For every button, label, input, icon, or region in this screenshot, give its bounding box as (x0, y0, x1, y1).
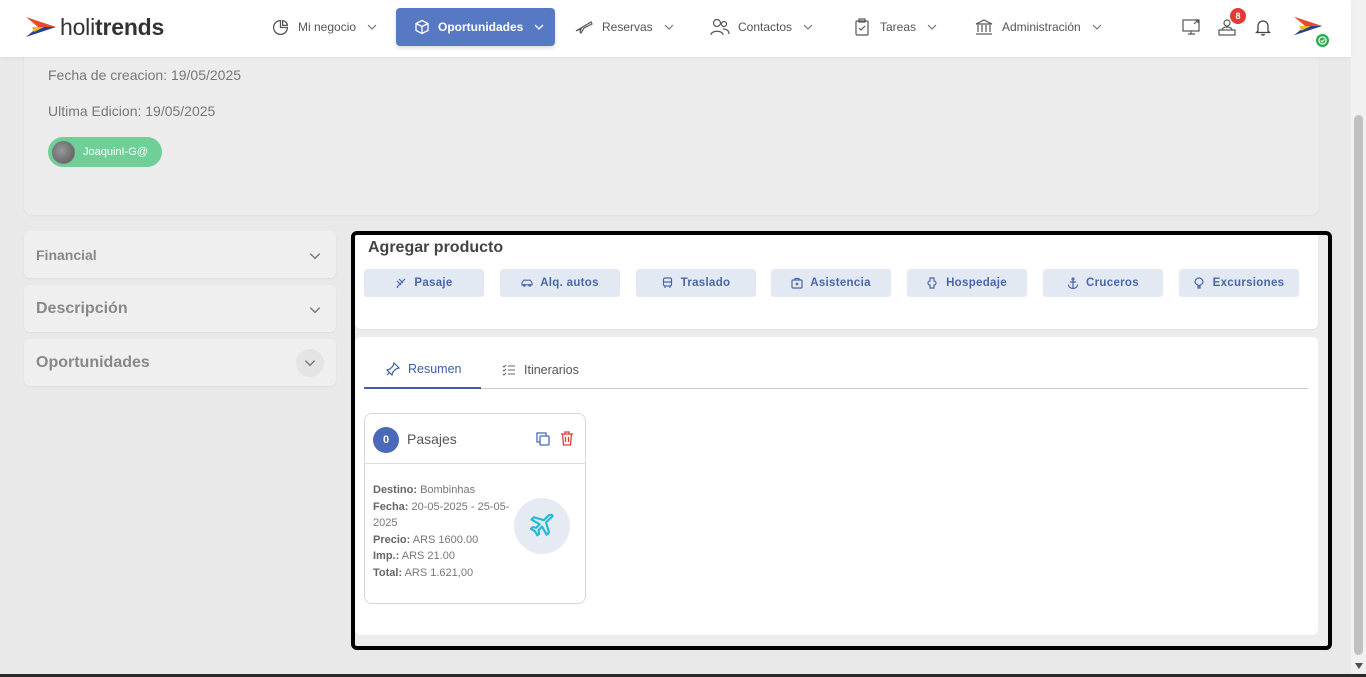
nav-label: Oportunidades (438, 20, 524, 34)
pin-icon (386, 362, 400, 376)
opportunity-info-card: Fecha de creacion: 19/05/2025 Ultima Edi… (24, 40, 1319, 215)
accordion-oportunidades[interactable]: Oportunidades (24, 339, 336, 386)
tab-label: Itinerarios (524, 363, 579, 377)
last-edit-date: Ultima Edicion: 19/05/2025 (48, 103, 216, 119)
nav-contactos[interactable]: Contactos (710, 8, 814, 46)
scrollbar-thumb[interactable] (1354, 115, 1363, 655)
holitrends-logo[interactable]: holitrends (24, 12, 164, 42)
add-pasaje-button[interactable]: Pasaje (364, 269, 484, 297)
add-product-title: Agregar producto (368, 239, 504, 256)
nav-label: Administración (1002, 20, 1081, 34)
user-name: JoaquinI-G@ (83, 146, 148, 158)
button-label: Excursiones (1212, 277, 1285, 289)
anchor-icon (1067, 277, 1079, 289)
add-cruceros-button[interactable]: Cruceros (1043, 269, 1163, 297)
fecha-row: Fecha: 20-05-2025 - 25-05-2025 (373, 500, 510, 530)
bus-icon (662, 277, 674, 289)
tab-label: Resumen (408, 362, 462, 376)
accordion-label: Descripción (36, 299, 128, 317)
clipboard-check-icon (852, 17, 872, 37)
product-card-title: Pasajes (407, 431, 457, 447)
pasajes-product-card: 0 Pasajes Destino: Bombinhas Fecha: 20-0… (364, 413, 586, 604)
product-details: Destino: Bombinhas Fecha: 20-05-2025 - 2… (373, 482, 515, 581)
accordion-label: Oportunidades (36, 353, 150, 371)
online-status-icon (1314, 32, 1331, 49)
assigned-user-chip[interactable]: JoaquinI-G@ (48, 137, 162, 167)
page-scrollbar[interactable] (1351, 0, 1366, 677)
chevron-down-icon (308, 249, 322, 263)
nav-tareas[interactable]: Tareas (852, 8, 938, 46)
balloon-icon (1194, 277, 1206, 289)
add-alq-autos-button[interactable]: Alq. autos (500, 269, 620, 297)
add-traslado-button[interactable]: Traslado (636, 269, 756, 297)
logo-plane-icon (26, 17, 56, 37)
add-excursiones-button[interactable]: Excursiones (1179, 269, 1299, 297)
product-count-badge: 0 (373, 427, 399, 453)
nav-label: Tareas (880, 20, 917, 34)
airplane-icon (395, 277, 407, 289)
tab-resumen[interactable]: Resumen (364, 351, 481, 389)
summary-card: Resumen Itinerarios 0 Pasajes Destino: B… (355, 337, 1318, 635)
button-label: Alq. autos (540, 277, 599, 289)
precio-row: Precio: ARS 1600.00 (373, 533, 479, 546)
chevron-down-icon (802, 21, 814, 33)
trash-icon[interactable] (560, 431, 574, 446)
pie-chart-icon (270, 17, 290, 37)
chevron-down-icon (308, 303, 322, 317)
accordion-financial[interactable]: Financial (24, 231, 336, 278)
total-row: Total: ARS 1.621,00 (373, 566, 474, 579)
chevron-down-icon (926, 21, 938, 33)
avatar (52, 140, 75, 164)
users-icon (710, 17, 730, 37)
summary-tabs: Resumen Itinerarios (364, 351, 1308, 389)
flight-icon (514, 498, 570, 554)
bell-icon[interactable] (1252, 16, 1274, 38)
tab-itinerarios[interactable]: Itinerarios (502, 351, 579, 389)
top-navbar: holitrends Mi negocio Oportunidades Rese… (0, 0, 1351, 57)
nav-label: Mi negocio (298, 20, 357, 34)
cube-icon (414, 17, 430, 37)
chevron-down-icon (296, 348, 324, 377)
chevron-down-icon (366, 21, 378, 33)
destino-row: Destino: Bombinhas (373, 484, 476, 496)
creation-date: Fecha de creacion: 19/05/2025 (48, 67, 242, 83)
first-aid-icon (791, 277, 803, 289)
copy-icon[interactable] (536, 432, 550, 446)
checklist-icon (502, 363, 516, 377)
nav-administracion[interactable]: Administración (974, 8, 1103, 46)
add-asistencia-button[interactable]: Asistencia (771, 269, 891, 297)
nav-oportunidades[interactable]: Oportunidades (396, 8, 555, 46)
accordion-descripcion[interactable]: Descripción (24, 285, 336, 332)
car-icon (521, 277, 533, 289)
button-label: Cruceros (1086, 277, 1139, 289)
chevron-down-icon (1091, 21, 1103, 33)
accordion-label: Financial (36, 246, 97, 263)
logo-text: holitrends (60, 13, 165, 40)
bank-icon (974, 17, 994, 37)
team-icon[interactable]: 8 (1216, 8, 1246, 38)
imp-row: Imp.: ARS 21.00 (373, 550, 455, 562)
chevron-down-icon (533, 21, 545, 33)
airplane-icon (574, 17, 594, 37)
nav-label: Contactos (738, 20, 793, 34)
nav-label: Reservas (602, 20, 653, 34)
product-card-header: 0 Pasajes (365, 414, 585, 464)
nav-reservas[interactable]: Reservas (574, 8, 675, 46)
hotel-icon (927, 277, 939, 289)
button-label: Hospedaje (946, 277, 1007, 289)
button-label: Traslado (680, 277, 731, 289)
add-hospedaje-button[interactable]: Hospedaje (907, 269, 1027, 297)
product-panel: Agregar producto Pasaje Alq. autos Trasl… (351, 231, 1332, 650)
chevron-down-icon (663, 21, 675, 33)
scroll-down-arrow-icon[interactable] (1355, 663, 1363, 669)
button-label: Pasaje (414, 277, 453, 289)
notification-badge: 8 (1230, 8, 1246, 24)
button-label: Asistencia (810, 277, 871, 289)
nav-mi-negocio[interactable]: Mi negocio (270, 8, 378, 46)
screen-share-icon[interactable] (1181, 16, 1203, 38)
add-product-card: Agregar producto Pasaje Alq. autos Trasl… (355, 235, 1318, 329)
